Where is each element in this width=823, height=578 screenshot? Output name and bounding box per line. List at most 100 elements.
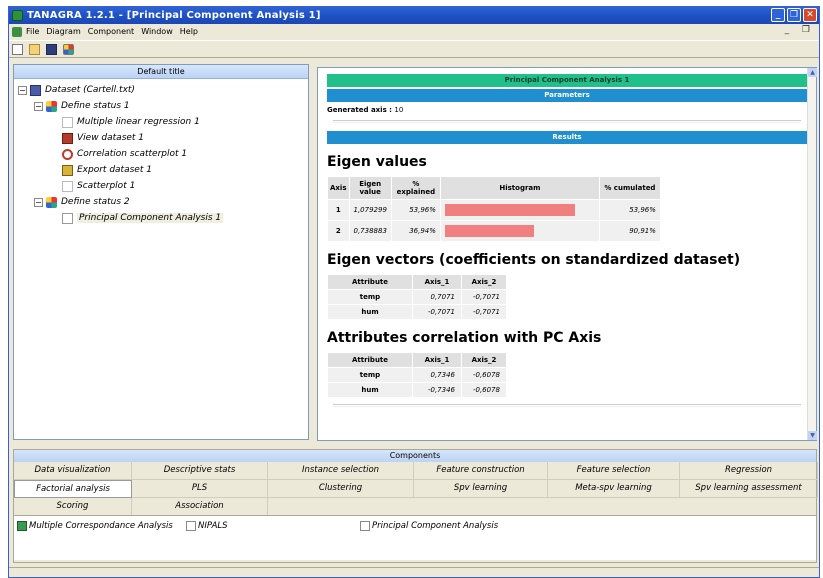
tab-factorial-analysis[interactable]: Factorial analysis <box>14 480 132 498</box>
new-icon[interactable] <box>12 43 23 55</box>
tab-instance-selection[interactable]: Instance selection <box>268 462 414 480</box>
window-title: TANAGRA 1.2.1 - [Principal Component Ana… <box>27 10 321 21</box>
diagram-tree: − Dataset (Cartell.txt) − Define status … <box>14 79 308 226</box>
tab-spv-learning[interactable]: Spv learning <box>414 480 548 498</box>
correlation-heading: Attributes correlation with PC Axis <box>327 330 602 346</box>
tab-spv-learning-assessment[interactable]: Spv learning assessment <box>680 480 818 498</box>
tree-node-label: Export dataset 1 <box>77 165 152 175</box>
title-bar[interactable]: TANAGRA 1.2.1 - [Principal Component Ana… <box>9 7 819 24</box>
method-label: NIPALS <box>198 521 228 531</box>
tab-feature-selection[interactable]: Feature selection <box>548 462 680 480</box>
components-header: Components <box>14 450 816 462</box>
attribute-cell: temp <box>328 290 412 304</box>
histogram-bar <box>444 204 575 216</box>
tree-node-define-status-2[interactable]: − Define status 2 <box>14 194 308 210</box>
tab-regression[interactable]: Regression <box>680 462 818 480</box>
menu-diagram[interactable]: Diagram <box>46 27 80 36</box>
generated-axis-label: Generated axis : <box>327 106 392 114</box>
table-header-row: Attribute Axis_1 Axis_2 <box>328 275 506 289</box>
tab-data-visualization[interactable]: Data visualization <box>14 462 132 480</box>
tree-node-label: Dataset (Cartell.txt) <box>45 85 135 95</box>
close-button[interactable]: ✕ <box>803 8 817 22</box>
document-tree-icon[interactable] <box>12 26 22 37</box>
view-dataset-icon <box>62 132 73 144</box>
col-attribute: Attribute <box>328 353 412 367</box>
explained-cell: 53,96% <box>391 200 440 220</box>
tab-pls[interactable]: PLS <box>132 480 268 498</box>
collapse-icon[interactable]: − <box>34 197 43 207</box>
method-nipals[interactable]: NIPALS <box>186 521 228 531</box>
tree-node-label: Define status 2 <box>61 197 130 207</box>
tab-clustering[interactable]: Clustering <box>268 480 414 498</box>
report-title-band: Principal Component Analysis 1 <box>327 74 807 87</box>
eigen-values-heading: Eigen values <box>327 154 427 170</box>
mdi-controls[interactable]: _ ❐ <box>785 25 815 35</box>
eigen-value-cell: 1,079299 <box>349 200 391 220</box>
method-mca[interactable]: Multiple Correspondance Analysis <box>17 521 173 531</box>
tree-node-dataset[interactable]: − Dataset (Cartell.txt) <box>14 82 308 98</box>
component-methods-list: Multiple Correspondance Analysis NIPALS … <box>14 515 816 560</box>
menu-bar: File Diagram Component Window Help _ ❐ <box>9 24 819 39</box>
tree-node-scatterplot[interactable]: Scatterplot 1 <box>14 178 308 194</box>
tanagra-window: TANAGRA 1.2.1 - [Principal Component Ana… <box>8 6 820 578</box>
col-cumulated: % cumulated <box>599 177 660 199</box>
tree-node-regression[interactable]: Multiple linear regression 1 <box>14 114 308 130</box>
attribute-cell: temp <box>328 368 412 382</box>
menu-help[interactable]: Help <box>180 27 198 36</box>
tab-descriptive-stats[interactable]: Descriptive stats <box>132 462 268 480</box>
status-bar <box>9 567 819 577</box>
axis-2-cell: -0,6078 <box>462 368 506 382</box>
tanagra-app-icon <box>12 10 23 21</box>
table-row: 2 0,738883 36,94% 90,91% <box>328 221 660 241</box>
cumulated-cell: 53,96% <box>599 200 660 220</box>
attribute-cell: hum <box>328 305 412 319</box>
eigen-vectors-table: Attribute Axis_1 Axis_2 temp 0,7071 -0,7… <box>327 274 507 320</box>
table-row: temp 0,7346 -0,6078 <box>328 368 506 382</box>
window-controls: _ ❐ ✕ <box>771 8 817 22</box>
define-status-icon[interactable] <box>63 43 74 55</box>
generated-axis-value: 10 <box>394 106 404 114</box>
menu-component[interactable]: Component <box>88 27 134 36</box>
scroll-down-icon[interactable]: ▼ <box>808 431 817 440</box>
collapse-icon[interactable]: − <box>34 101 43 111</box>
axis-2-cell: -0,7071 <box>462 290 506 304</box>
collapse-icon[interactable]: − <box>18 85 27 95</box>
correlation-icon <box>62 148 73 160</box>
tree-node-pca[interactable]: Principal Component Analysis 1 <box>14 210 308 226</box>
axis-1-cell: 0,7071 <box>413 290 461 304</box>
col-axis-2: Axis_2 <box>462 275 506 289</box>
tree-node-view-dataset[interactable]: View dataset 1 <box>14 130 308 146</box>
results-band: Results <box>327 131 807 144</box>
tab-scoring[interactable]: Scoring <box>14 498 132 516</box>
tree-node-define-status-1[interactable]: − Define status 1 <box>14 98 308 114</box>
regression-icon <box>62 116 73 128</box>
menu-window[interactable]: Window <box>141 27 173 36</box>
col-axis: Axis <box>328 177 349 199</box>
component-tabs: Data visualization Descriptive stats Ins… <box>14 462 818 516</box>
tab-association[interactable]: Association <box>132 498 268 516</box>
tree-node-label: Scatterplot 1 <box>77 181 136 191</box>
method-pca[interactable]: Principal Component Analysis <box>360 521 498 531</box>
save-icon[interactable] <box>46 43 57 55</box>
axis-cell: 2 <box>328 221 349 241</box>
scroll-up-icon[interactable]: ▲ <box>808 68 817 77</box>
tree-node-correlation-scatterplot[interactable]: Correlation scatterplot 1 <box>14 146 308 162</box>
tab-feature-construction[interactable]: Feature construction <box>414 462 548 480</box>
report-pane: ▲ ▼ Principal Component Analysis 1 Param… <box>317 67 817 441</box>
tree-node-export-dataset[interactable]: Export dataset 1 <box>14 162 308 178</box>
vertical-scrollbar[interactable]: ▲ ▼ <box>807 68 817 440</box>
table-row: hum -0,7346 -0,6078 <box>328 383 506 397</box>
correlation-table: Attribute Axis_1 Axis_2 temp 0,7346 -0,6… <box>327 352 507 398</box>
axis-cell: 1 <box>328 200 349 220</box>
method-label: Principal Component Analysis <box>372 521 499 531</box>
restore-button[interactable]: ❐ <box>787 8 801 22</box>
tree-header: Default title <box>14 65 308 79</box>
histogram-cell <box>440 221 599 241</box>
table-header-row: Axis Eigen value % explained Histogram %… <box>328 177 660 199</box>
explained-cell: 36,94% <box>391 221 440 241</box>
pca-icon <box>360 521 370 531</box>
minimize-button[interactable]: _ <box>771 8 785 22</box>
tab-meta-spv-learning[interactable]: Meta-spv learning <box>548 480 680 498</box>
open-icon[interactable] <box>29 43 40 55</box>
menu-file[interactable]: File <box>26 27 39 36</box>
